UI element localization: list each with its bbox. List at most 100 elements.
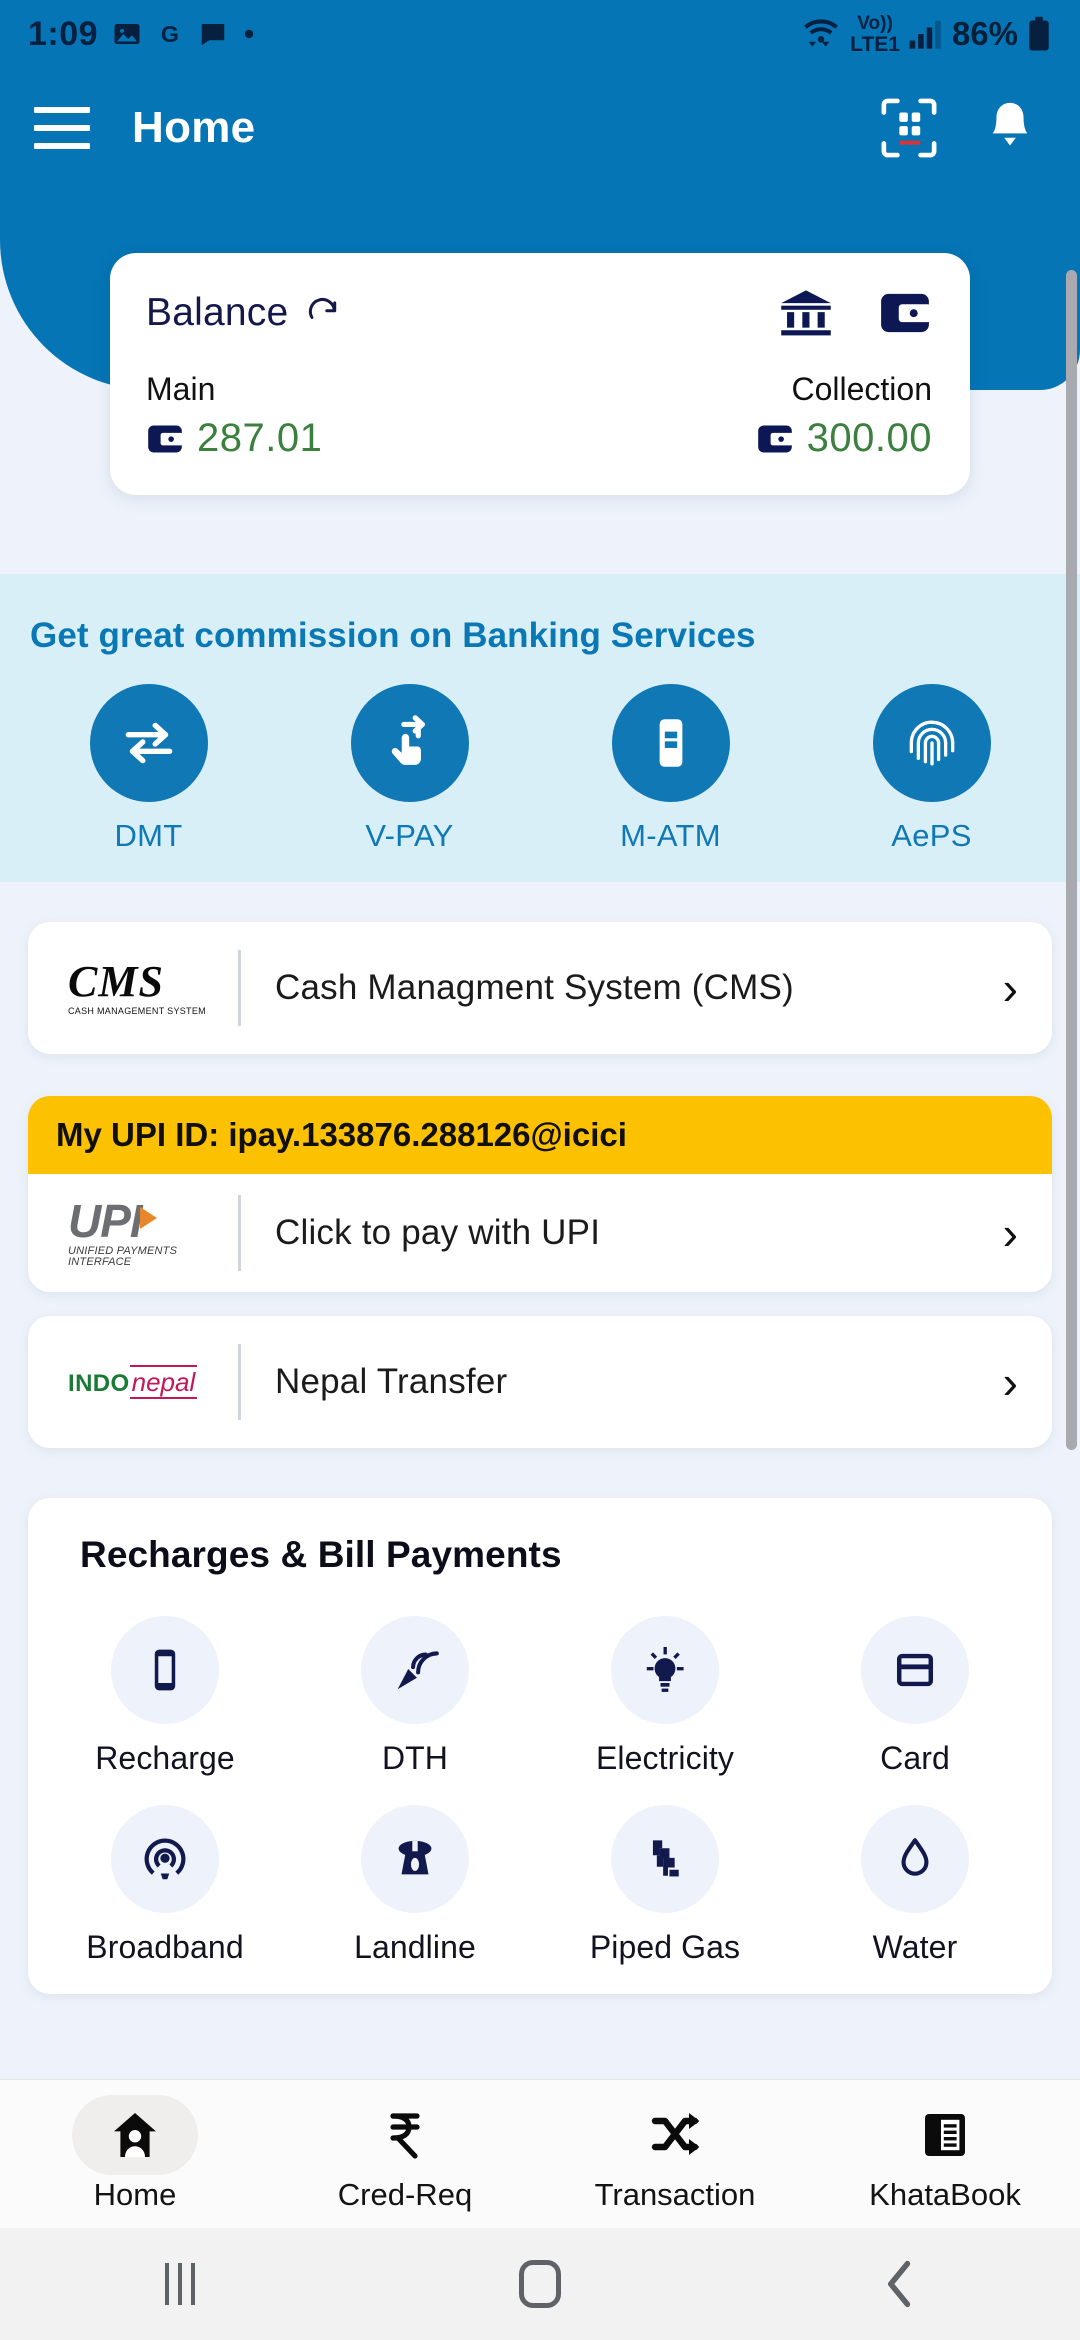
- wallet-icon: [148, 425, 184, 452]
- nav-item-label: KhataBook: [869, 2177, 1021, 2212]
- system-navigation-bar: [0, 2228, 1080, 2340]
- balance-card-header: Balance: [146, 287, 932, 339]
- photos-icon: [114, 24, 140, 44]
- banking-service-label: V-PAY: [365, 818, 454, 853]
- gas-pipe-icon: [611, 1805, 719, 1913]
- banking-services-grid: DMT V-PAY M-ATM AePS: [0, 684, 1080, 854]
- bell-icon[interactable]: [984, 97, 1036, 159]
- nav-item-khatabook[interactable]: KhataBook: [810, 2095, 1080, 2213]
- credit-card-icon: [861, 1616, 969, 1724]
- nav-item-transaction[interactable]: Transaction: [540, 2095, 810, 2213]
- indo-nepal-logo-nepal: nepal: [129, 1364, 198, 1399]
- upi-row[interactable]: UPI UNIFIED PAYMENTS INTERFACE Click to …: [28, 1174, 1052, 1292]
- home-circle-icon[interactable]: [360, 2260, 720, 2308]
- recharge-item-landline[interactable]: Landline: [290, 1805, 540, 1966]
- tap-pay-icon: [350, 684, 469, 802]
- satellite-dish-icon: [361, 1616, 469, 1724]
- balance-title: Balance: [146, 291, 289, 334]
- page-title: Home: [132, 103, 256, 152]
- recharge-item-label: Card: [880, 1740, 950, 1776]
- dot-icon: [244, 29, 254, 39]
- wallet-icon: [757, 425, 793, 452]
- nav-item-home[interactable]: Home: [0, 2095, 270, 2213]
- volte-label: Vo)): [857, 12, 893, 34]
- recharge-item-piped-gas[interactable]: Piped Gas: [540, 1805, 790, 1966]
- qr-scan-icon[interactable]: [880, 97, 938, 159]
- hamburger-menu-icon[interactable]: [34, 107, 90, 149]
- refresh-icon[interactable]: [304, 294, 342, 332]
- recharge-item-card[interactable]: Card: [790, 1616, 1040, 1777]
- chevron-right-icon[interactable]: ›: [1003, 1210, 1018, 1256]
- upi-card: My UPI ID: ipay.133876.288126@icici UPI …: [28, 1096, 1052, 1292]
- banking-service-matm[interactable]: M-ATM: [540, 684, 801, 854]
- recents-icon[interactable]: [0, 2263, 360, 2305]
- chevron-right-icon[interactable]: ›: [1003, 1359, 1018, 1405]
- scrollbar[interactable]: [1066, 270, 1077, 1450]
- signal-icon: [909, 20, 941, 49]
- status-time: 1:09: [28, 14, 99, 53]
- indo-nepal-logo: INDOnepal: [68, 1364, 238, 1399]
- cms-logo-main: CMS: [68, 957, 164, 1006]
- mobile-phone-icon: [111, 1616, 219, 1724]
- balance-card-icons: [778, 287, 932, 339]
- bottom-navigation: Home Cred-Req Transaction KhataBook: [0, 2079, 1080, 2228]
- nav-item-cred-req[interactable]: Cred-Req: [270, 2095, 540, 2213]
- recharges-grid: Recharge DTH Electricity Card Broadband …: [40, 1616, 1040, 1994]
- app-bar: Home: [0, 68, 1080, 188]
- banking-service-label: DMT: [114, 818, 183, 853]
- recharges-title: Recharges & Bill Payments: [80, 1534, 562, 1575]
- recharge-item-label: Broadband: [86, 1929, 244, 1965]
- upi-id-text: My UPI ID: ipay.133876.288126@icici: [56, 1116, 627, 1153]
- banking-service-vpay[interactable]: V-PAY: [279, 684, 540, 854]
- cms-logo: CMS CASH MANAGEMENT SYSTEM: [68, 960, 238, 1016]
- nav-item-label: Transaction: [594, 2177, 756, 2212]
- broadband-signal-icon: [111, 1805, 219, 1913]
- banking-services-heading: Get great commission on Banking Services: [30, 616, 756, 655]
- balance-card: Balance Main 287.01 Collection 300.00: [110, 253, 970, 495]
- battery-percent: 86%: [951, 15, 1018, 52]
- recharge-item-water[interactable]: Water: [790, 1805, 1040, 1966]
- network-label: LTE1: [850, 32, 900, 56]
- banking-service-aeps[interactable]: AePS: [801, 684, 1062, 854]
- balance-main-amount: 287.01: [197, 416, 323, 460]
- bank-icon[interactable]: [778, 287, 834, 339]
- upi-logo-sub: UNIFIED PAYMENTS INTERFACE: [68, 1245, 178, 1268]
- balance-main-label: Main: [146, 371, 216, 407]
- balance-collection-label: Collection: [791, 371, 932, 407]
- water-drop-icon: [861, 1805, 969, 1913]
- balance-collection-amount: 300.00: [806, 416, 932, 460]
- nav-item-label: Cred-Req: [337, 2177, 473, 2212]
- status-bar-left: 1:09 G: [28, 15, 256, 54]
- recharge-item-dth[interactable]: DTH: [290, 1616, 540, 1777]
- mobile-atm-icon: [611, 684, 730, 802]
- chevron-right-icon[interactable]: ›: [1003, 965, 1018, 1011]
- recharge-item-label: DTH: [381, 1740, 449, 1776]
- battery-icon: [1029, 16, 1049, 51]
- upi-logo-word: UPI: [68, 1195, 143, 1247]
- shuffle-arrows-icon: [612, 2095, 738, 2175]
- recharges-card: Recharges & Bill Payments Recharge DTH E…: [28, 1498, 1052, 1994]
- landline-phone-icon: [361, 1805, 469, 1913]
- recharge-item-recharge[interactable]: Recharge: [40, 1616, 290, 1777]
- balance-amounts: Main 287.01 Collection 300.00: [146, 371, 932, 461]
- nav-item-label: Home: [93, 2177, 177, 2212]
- indo-nepal-logo-indo: INDO: [68, 1369, 130, 1397]
- divider: [238, 1195, 241, 1271]
- nepal-row[interactable]: INDOnepal Nepal Transfer ›: [28, 1316, 1052, 1448]
- recharge-item-label: Recharge: [95, 1740, 235, 1776]
- recharge-item-label: Electricity: [595, 1740, 734, 1776]
- recharge-item-electricity[interactable]: Electricity: [540, 1616, 790, 1777]
- divider: [238, 1344, 241, 1420]
- app-bar-actions: [880, 97, 1036, 159]
- rupee-icon: [342, 2095, 468, 2175]
- app-screen: 1:09 G Vo)) LTE1 86% Home Balance Main 2…: [0, 0, 1080, 2340]
- wallet-icon[interactable]: [878, 287, 932, 339]
- back-chevron-icon[interactable]: [720, 2260, 1080, 2308]
- recharge-item-broadband[interactable]: Broadband: [40, 1805, 290, 1966]
- status-bar: 1:09 G Vo)) LTE1 86%: [0, 0, 1080, 68]
- ledger-book-icon: [882, 2095, 1008, 2175]
- banking-service-dmt[interactable]: DMT: [18, 684, 279, 854]
- cms-row[interactable]: CMS CASH MANAGEMENT SYSTEM Cash Managmen…: [28, 922, 1052, 1054]
- cms-card: CMS CASH MANAGEMENT SYSTEM Cash Managmen…: [28, 922, 1052, 1054]
- wifi-icon: [804, 19, 838, 47]
